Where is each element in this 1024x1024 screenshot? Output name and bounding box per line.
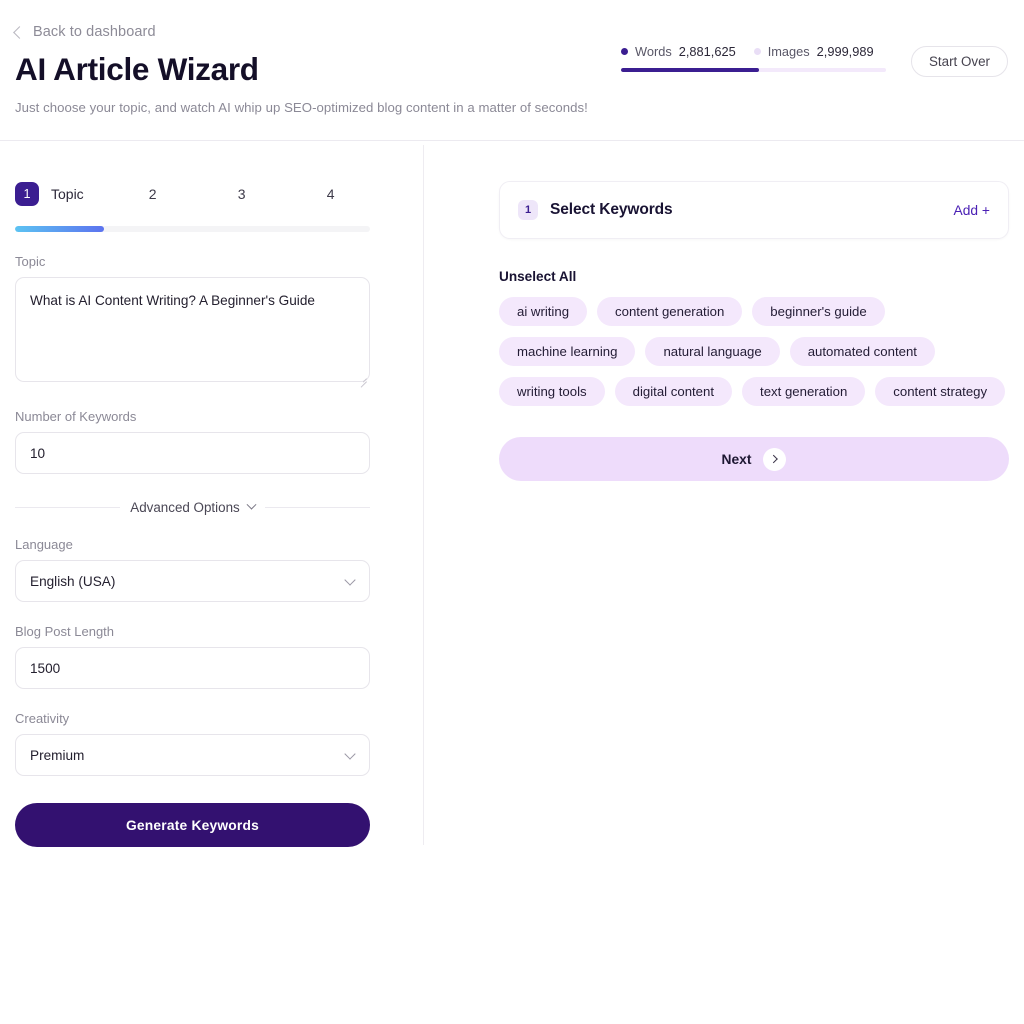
language-field: Language English (USA) [15,537,370,602]
blog-length-label: Blog Post Length [15,624,115,639]
topic-label: Topic [15,254,46,269]
divider-left [15,507,121,508]
keyword-chip-list: ai writing content generation beginner's g… [499,297,1009,406]
next-label: Next [721,451,752,467]
advanced-options-toggle[interactable]: Advanced Options [15,499,370,515]
step-3-number: 3 [237,186,246,202]
words-dot-icon [621,48,628,55]
language-select[interactable]: English (USA) [15,560,370,602]
chevron-left-icon [13,25,26,39]
keyword-count-label: Number of Keywords [15,409,137,424]
generate-keywords-button[interactable]: Generate Keywords [15,803,370,847]
wizard-step-4[interactable]: 4 [319,186,343,202]
next-button[interactable]: Next [499,437,1009,481]
start-over-button[interactable]: Start Over [910,46,1008,77]
back-to-dashboard-link[interactable]: Back to dashboard [13,22,156,42]
wizard-step-3[interactable]: 3 [230,186,254,202]
step-4-number: 4 [326,186,335,202]
creativity-label: Creativity [15,711,70,726]
language-label: Language [15,537,73,552]
keyword-chip[interactable]: beginner's guide [752,297,885,326]
panel-divider [423,145,424,845]
unselect-all-button[interactable]: Unselect All [499,269,576,284]
keyword-chip[interactable]: text generation [742,377,866,406]
keyword-count-field: Number of Keywords [15,409,370,474]
wizard-step-2[interactable]: 2 [141,186,165,202]
back-to-dashboard-label: Back to dashboard [33,24,156,40]
wizard-progress-fill [15,226,104,232]
main-content: 1 Topic 2 3 4 Topic Number of Keywo [0,141,1024,1024]
creativity-field: Creativity Premium [15,711,370,776]
blog-length-input[interactable] [15,647,370,689]
keyword-chip[interactable]: ai writing [499,297,588,326]
keyword-chip[interactable]: automated content [789,337,935,366]
keyword-count-input[interactable] [15,432,370,474]
usage-legend: Words 2,881,625 Images 2,999,989 [621,44,886,59]
images-label: Images [767,44,810,59]
keyword-chip[interactable]: machine learning [499,337,636,366]
words-value: 2,881,625 [678,44,736,59]
next-arrow-circle [763,447,787,471]
words-label: Words [635,44,672,59]
topic-input[interactable] [15,277,370,382]
images-dot-icon [753,48,761,55]
language-value: English (USA) [15,560,370,602]
topic-field: Topic [15,254,370,388]
usage-meter: Words 2,881,625 Images 2,999,989 [621,44,886,72]
chevron-right-icon [769,454,778,464]
wizard-left-panel: 1 Topic 2 3 4 Topic Number of Keywo [15,181,370,847]
wizard-step-1[interactable]: 1 Topic [15,182,84,206]
keyword-chip[interactable]: digital content [614,377,733,406]
chevron-down-icon [246,499,257,510]
page-header: Back to dashboard AI Article Wizard Just… [0,0,1024,141]
step-2-number: 2 [148,186,157,202]
select-keywords-header: 1 Select Keywords Add + [499,181,1009,239]
usage-progress-bar [621,68,886,72]
wizard-progress-bar [15,226,370,232]
keywords-right-panel: 1 Select Keywords Add + Unselect All ai … [499,181,1009,481]
keyword-chip[interactable]: writing tools [499,377,605,406]
select-keywords-title: Select Keywords [550,201,673,218]
keyword-chip[interactable]: content strategy [875,377,1006,406]
advanced-options-label: Advanced Options [130,500,240,515]
creativity-select[interactable]: Premium [15,734,370,776]
step-1-badge: 1 [15,182,39,206]
keyword-chip[interactable]: content generation [597,297,743,326]
images-value: 2,999,989 [816,44,874,59]
add-keyword-button[interactable]: Add + [954,203,990,218]
usage-progress-fill [621,68,759,72]
page-subtitle: Just choose your topic, and watch AI whi… [15,100,588,115]
creativity-value: Premium [15,734,370,776]
keyword-chip[interactable]: natural language [645,337,780,366]
blog-length-field: Blog Post Length [15,624,370,689]
step-1-label: Topic [51,186,84,202]
wizard-steps: 1 Topic 2 3 4 [15,181,370,207]
select-keywords-badge: 1 [518,200,538,220]
divider-right [264,507,370,508]
